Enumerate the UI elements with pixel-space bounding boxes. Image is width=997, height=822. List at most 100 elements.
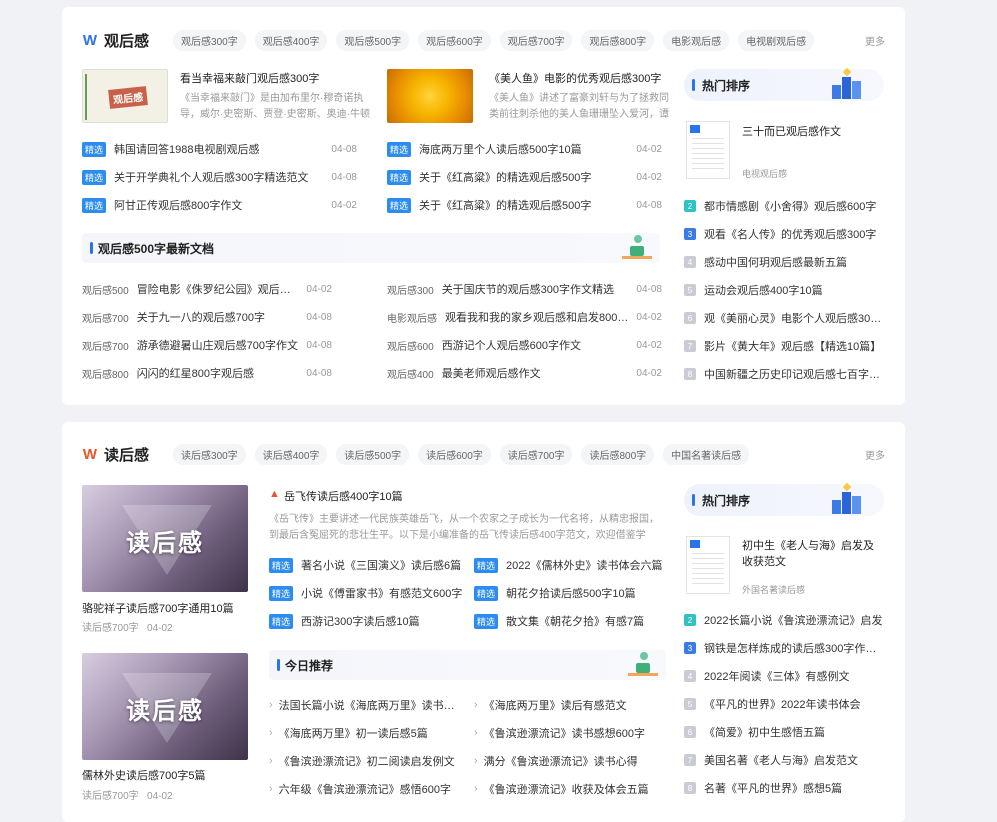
list-item[interactable]: 精选 朝花夕拾读后感500字10篇 [474, 585, 664, 601]
hot-item[interactable]: 5 运动会观后感400字10篇 [684, 282, 884, 298]
today-item[interactable]: › 《鲁滨逊漂流记》初二阅读启发例文 [269, 753, 464, 769]
hot-item-title[interactable]: 2022年阅读《三体》有感例文 [704, 668, 849, 684]
feature-thumbnail[interactable]: 观后感 [82, 69, 168, 123]
list-item-title[interactable]: 朝花夕拾读后感500字10篇 [506, 585, 664, 601]
today-item-title[interactable]: 《鲁滨逊漂流记》收获及体会五篇 [484, 781, 664, 797]
doc-title[interactable]: 关于国庆节的观后感300字作文精选 [442, 281, 629, 297]
hot-item[interactable]: 7 美国名著《老人与海》启发范文 [684, 752, 884, 768]
top-doc-category[interactable]: 电视观后感 [742, 167, 787, 180]
doc-title[interactable]: 冒险电影《侏罗纪公园》观后感500字 [137, 281, 299, 297]
card-thumbnail[interactable]: 读后感 [82, 485, 248, 592]
more-link[interactable]: 更多 [865, 447, 885, 462]
hot-item[interactable]: 6 观《美丽心灵》电影个人观后感300字7 [684, 310, 884, 326]
hot-item-title[interactable]: 《平凡的世界》2022年读书体会 [704, 696, 860, 712]
doc-category[interactable]: 电影观后感 [387, 310, 437, 325]
hot-item-title[interactable]: 影片《黄大年》观后感【精选10篇】 [704, 338, 881, 354]
hot-item[interactable]: 4 感动中国何玥观后感最新五篇 [684, 254, 884, 270]
list-item-title[interactable]: 西游记300字读后感10篇 [301, 613, 464, 629]
today-item-title[interactable]: 《鲁滨逊漂流记》读书感想600字 [484, 725, 664, 741]
list-item[interactable]: 精选 关于《红高粱》的精选观后感500字 04-08 [387, 197, 662, 213]
hot-item[interactable]: 2 2022长篇小说《鲁滨逊漂流记》启发 [684, 612, 884, 628]
today-item-title[interactable]: 《鲁滨逊漂流记》初二阅读启发例文 [279, 753, 464, 769]
today-item[interactable]: › 法国长篇小说《海底两万里》读书体会 [269, 697, 464, 713]
list-item-title[interactable]: 著名小说《三国演义》读后感6篇 [301, 557, 464, 573]
hot-item[interactable]: 3 观看《名人传》的优秀观后感300字 [684, 226, 884, 242]
doc-title[interactable]: 西游记个人观后感600字作文 [442, 337, 629, 353]
more-link[interactable]: 更多 [865, 33, 885, 48]
list-item-title[interactable]: 关于《红高粱》的精选观后感500字 [419, 169, 628, 185]
tag-item[interactable]: 观后感700字 [499, 29, 573, 51]
doc-category[interactable]: 观后感700 [82, 310, 129, 325]
list-item[interactable]: 精选 关于《红高粱》的精选观后感500字 04-02 [387, 169, 662, 185]
feature-title[interactable]: 岳飞传读后感400字10篇 [284, 488, 664, 504]
list-item-title[interactable]: 韩国请回答1988电视剧观后感 [114, 141, 323, 157]
today-item-title[interactable]: 满分《鲁滨逊漂流记》读书心得 [484, 753, 664, 769]
doc-item[interactable]: 观后感700 游承德避暑山庄观后感700字作文 04-08 [82, 337, 332, 353]
list-item[interactable]: 精选 西游记300字读后感10篇 [269, 613, 464, 629]
hot-item-title[interactable]: 感动中国何玥观后感最新五篇 [704, 254, 847, 270]
tag-item[interactable]: 读后感700字 [499, 443, 573, 465]
doc-title[interactable]: 游承德避暑山庄观后感700字作文 [137, 337, 299, 353]
tag-item[interactable]: 观后感400字 [254, 29, 328, 51]
hot-item[interactable]: 6 《简爱》初中生感悟五篇 [684, 724, 884, 740]
card-title[interactable]: 骆驼祥子读后感700字通用10篇 [82, 600, 248, 616]
section-title[interactable]: 读后感 [104, 444, 149, 465]
today-item[interactable]: › 满分《鲁滨逊漂流记》读书心得 [474, 753, 664, 769]
tag-item[interactable]: 观后感800字 [581, 29, 655, 51]
tag-item[interactable]: 观后感500字 [336, 29, 410, 51]
feature-thumbnail[interactable] [387, 69, 473, 123]
hot-item-title[interactable]: 观看《名人传》的优秀观后感300字 [704, 226, 876, 242]
section-title[interactable]: 观后感 [104, 30, 149, 51]
doc-title[interactable]: 最美老师观后感作文 [442, 365, 629, 381]
hot-item[interactable]: 7 影片《黄大年》观后感【精选10篇】 [684, 338, 884, 354]
card-thumbnail[interactable]: 读后感 [82, 653, 248, 760]
hot-item-title[interactable]: 都市情感剧《小舍得》观后感600字 [704, 198, 876, 214]
list-item-title[interactable]: 海底两万里个人读后感500字10篇 [419, 141, 628, 157]
tag-item[interactable]: 中国名著读后感 [663, 443, 750, 465]
hot-item[interactable]: 8 中国新疆之历史印记观后感七百字中学生 [684, 366, 884, 382]
doc-item[interactable]: 观后感500 冒险电影《侏罗纪公园》观后感500字 04-02 [82, 281, 332, 297]
hot-item-title[interactable]: 2022长篇小说《鲁滨逊漂流记》启发 [704, 612, 882, 628]
card-category[interactable]: 读后感700字 [82, 791, 139, 802]
tag-item[interactable]: 读后感800字 [581, 443, 655, 465]
tag-item[interactable]: 观后感300字 [173, 29, 246, 51]
hot-item[interactable]: 5 《平凡的世界》2022年读书体会 [684, 696, 884, 712]
list-item[interactable]: 精选 著名小说《三国演义》读后感6篇 [269, 557, 464, 573]
list-item[interactable]: 精选 阿甘正传观后感800字作文 04-02 [82, 197, 357, 213]
hot-item-title[interactable]: 运动会观后感400字10篇 [704, 282, 823, 298]
list-item-title[interactable]: 小说《傅雷家书》有感范文600字 [301, 585, 464, 601]
top-doc-thumbnail[interactable] [686, 121, 730, 179]
list-item-title[interactable]: 散文集《朝花夕拾》有感7篇 [506, 613, 664, 629]
today-item[interactable]: › 《海底两万里》读后有感范文 [474, 697, 664, 713]
list-item[interactable]: 精选 海底两万里个人读后感500字10篇 04-02 [387, 141, 662, 157]
doc-category[interactable]: 观后感500 [82, 282, 129, 297]
doc-item[interactable]: 观后感800 闪闪的红星800字观后感 04-08 [82, 365, 332, 381]
today-item[interactable]: › 六年级《鲁滨逊漂流记》感悟600字 [269, 781, 464, 797]
doc-item[interactable]: 观后感600 西游记个人观后感600字作文 04-02 [387, 337, 662, 353]
list-item[interactable]: 精选 关于开学典礼个人观后感300字精选范文 04-08 [82, 169, 357, 185]
tag-item[interactable]: 观后感600字 [418, 29, 491, 51]
feature-title[interactable]: 看当幸福来敲门观后感300字 [180, 70, 370, 86]
tag-item[interactable]: 读后感400字 [254, 443, 328, 465]
today-item-title[interactable]: 法国长篇小说《海底两万里》读书体会 [279, 697, 464, 713]
hot-item-title[interactable]: 中国新疆之历史印记观后感七百字中学生 [704, 366, 884, 382]
doc-item[interactable]: 观后感400 最美老师观后感作文 04-02 [387, 365, 662, 381]
doc-category[interactable]: 观后感800 [82, 366, 129, 381]
tag-item[interactable]: 读后感300字 [173, 443, 246, 465]
tag-item[interactable]: 电影观后感 [663, 29, 730, 51]
feature-title[interactable]: 《美人鱼》电影的优秀观后感300字 [489, 70, 669, 86]
hot-item[interactable]: 2 都市情感剧《小舍得》观后感600字 [684, 198, 884, 214]
list-item-title[interactable]: 阿甘正传观后感800字作文 [114, 197, 323, 213]
hot-item[interactable]: 3 钢铁是怎样炼成的读后感300字作文10篇 [684, 640, 884, 656]
today-item-title[interactable]: 《海底两万里》读后有感范文 [484, 697, 664, 713]
hot-item-title[interactable]: 观《美丽心灵》电影个人观后感300字7 [704, 310, 884, 326]
today-item[interactable]: › 《海底两万里》初一读后感5篇 [269, 725, 464, 741]
doc-category[interactable]: 观后感700 [82, 338, 129, 353]
doc-category[interactable]: 观后感400 [387, 366, 434, 381]
hot-item[interactable]: 4 2022年阅读《三体》有感例文 [684, 668, 884, 684]
list-item-title[interactable]: 关于开学典礼个人观后感300字精选范文 [114, 169, 323, 185]
hot-item-title[interactable]: 美国名著《老人与海》启发范文 [704, 752, 858, 768]
top-doc-title[interactable]: 三十而已观后感作文 [742, 124, 884, 140]
card-title[interactable]: 儒林外史读后感700字5篇 [82, 767, 248, 783]
top-doc-thumbnail[interactable] [686, 536, 730, 594]
